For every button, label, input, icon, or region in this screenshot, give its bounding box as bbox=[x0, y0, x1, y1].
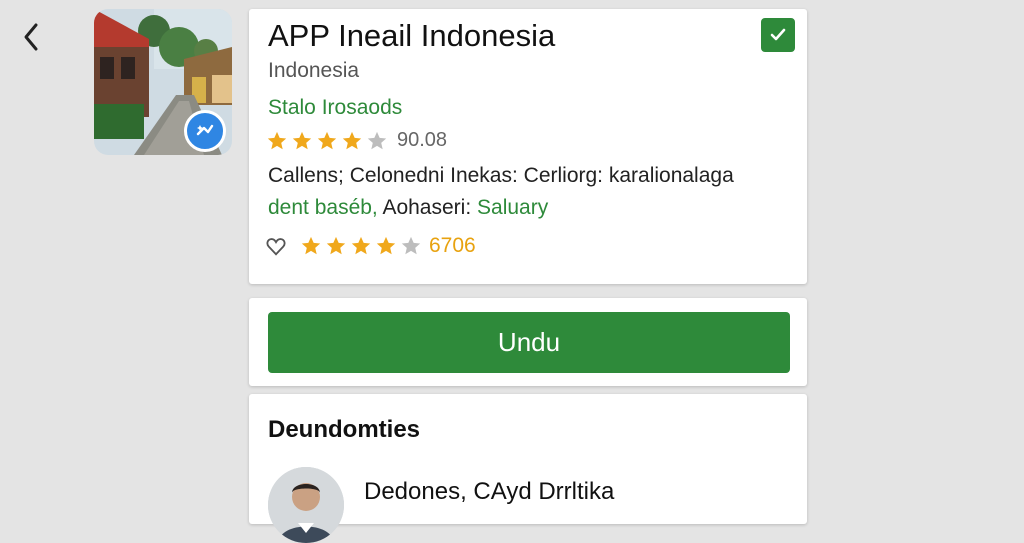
app-badge[interactable] bbox=[184, 110, 226, 152]
star-icon bbox=[401, 236, 421, 255]
rating-row: 90.08 bbox=[266, 129, 447, 152]
description-link-2[interactable]: Saluary bbox=[471, 196, 548, 219]
star-icon bbox=[267, 131, 287, 149]
install-button[interactable]: Undu bbox=[268, 312, 790, 373]
star-icon bbox=[351, 236, 371, 255]
installed-check[interactable] bbox=[761, 18, 795, 52]
back-button[interactable] bbox=[16, 20, 46, 54]
app-info-card: APP Ineail Indonesia Indonesia Stalo Iro… bbox=[249, 9, 807, 284]
chevron-left-icon bbox=[24, 23, 38, 51]
description-line-2: dent baséb, Aohaseri: Saluary bbox=[268, 196, 548, 220]
developer-link[interactable]: Stalo Irosaods bbox=[268, 96, 402, 120]
app-subtitle: Indonesia bbox=[268, 59, 360, 82]
star-icon bbox=[292, 131, 312, 149]
heart-outline-icon[interactable] bbox=[265, 235, 287, 257]
rating-value: 90.08 bbox=[397, 129, 448, 151]
avatar[interactable] bbox=[268, 467, 344, 543]
sparkle-icon bbox=[196, 124, 214, 136]
favorites-row: 6706 bbox=[265, 234, 476, 258]
check-icon bbox=[770, 28, 786, 41]
star-icon bbox=[342, 131, 362, 149]
favorites-count: 6706 bbox=[429, 234, 476, 257]
app-title: APP Ineail Indonesia bbox=[268, 18, 556, 53]
description-text: Aohaseri: bbox=[377, 196, 472, 219]
description-link-1[interactable]: dent baséb, bbox=[268, 196, 378, 219]
description-line-1: Callens; Celonedni Inekas: Cerliorg: kar… bbox=[268, 164, 734, 187]
rating-stars bbox=[266, 130, 388, 152]
star-icon bbox=[317, 131, 337, 149]
star-icon bbox=[301, 236, 321, 255]
install-card: Undu bbox=[249, 298, 807, 386]
star-icon bbox=[376, 236, 396, 255]
star-icon bbox=[367, 131, 387, 149]
developers-card: Deundomties Dedones, CAyd Drrltika bbox=[249, 394, 807, 543]
developer-name[interactable]: Dedones, CAyd Drrltika bbox=[364, 478, 614, 506]
section-title: Deundomties bbox=[268, 416, 421, 443]
favorites-stars bbox=[300, 235, 422, 257]
star-icon bbox=[326, 236, 346, 255]
